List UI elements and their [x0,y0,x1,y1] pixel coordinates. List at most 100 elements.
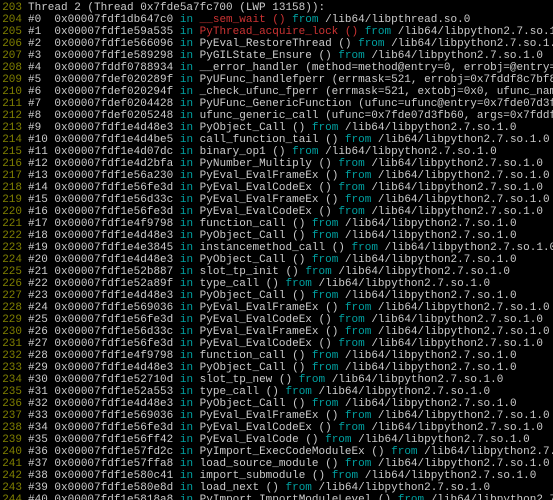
frame-address: 0x00007fdf1e4d48e3 [54,122,173,134]
frame-address: 0x00007fdf1e4d48e3 [54,398,173,410]
stack-source: /lib64/libpython2.7.so.1.0 [345,290,517,302]
in-keyword: in [180,302,193,314]
in-keyword: in [180,230,193,242]
stack-source: /lib64/libpython2.7.so.1.0 [325,146,497,158]
in-keyword: in [180,218,193,230]
line-number: 244 [0,494,26,500]
line-number: 233 [0,362,26,374]
stack-source: /lib64/libpython2.7.so.1.0 [385,242,553,254]
from-keyword: from [338,182,364,194]
line-number: 220 [0,206,26,218]
in-keyword: in [180,182,193,194]
frame-address: 0x00007fdf1e56fe3d [54,206,173,218]
code-line: #28 0x00007fdf1e4f9798 in function_call … [28,350,553,362]
frame-address: 0x00007fdf1e4d48e3 [54,290,173,302]
frame-address: 0x00007fdf1e569036 [54,410,173,422]
frame-address: 0x00007fdf1e4d2bfa [54,158,173,170]
stack-function: PyEval_EvalCode () [200,434,319,446]
in-keyword: in [180,242,193,254]
frame-address: 0x00007fddf0788934 [54,62,173,74]
code-line: #29 0x00007fdf1e4d48e3 in PyObject_Call … [28,362,553,374]
stack-source: /lib64/libpython2.7.so.1.0 [378,326,550,338]
code-line: #9 0x00007fdf1e4d48e3 in PyObject_Call (… [28,122,553,134]
code-line: #8 0x00007fdef0205248 in ufunc_generic_c… [28,110,553,122]
frame-number: #18 [28,230,48,242]
line-number: 213 [0,122,26,134]
from-keyword: from [305,266,331,278]
from-keyword: from [286,278,312,290]
line-number: 212 [0,110,26,122]
code-line: #32 0x00007fdf1e4d48e3 in PyObject_Call … [28,398,553,410]
in-keyword: in [180,422,193,434]
line-number: 208 [0,62,26,74]
line-number: 231 [0,338,26,350]
stack-source: /lib64/libpython2.7.so.1.0 [371,182,543,194]
stack-source: /lib64/libpython2.7.so.1.0 [371,158,543,170]
stack-source: /lib64/libpython2.7.so.1.0 [371,338,543,350]
stack-source: /lib64/libpython2.7.so.1.0 [378,302,550,314]
frame-number: #1 [28,26,41,38]
from-keyword: from [352,242,378,254]
frame-address: 0x00007fdf1e52b887 [54,266,173,278]
in-keyword: in [180,458,193,470]
in-keyword: in [180,482,193,494]
stack-source: /lib64/libpython2.7.so.1.0 [378,170,550,182]
in-keyword: in [180,50,193,62]
code-line: #31 0x00007fdf1e52a553 in type_call () f… [28,386,553,398]
stack-function: binary_op1 () [200,146,286,158]
frame-address: 0x00007fdf1e56ff42 [54,434,173,446]
frame-address: 0x00007fdf1e4d07dc [54,146,173,158]
line-number: 211 [0,98,26,110]
code-line: Thread 2 (Thread 0x7fde5a7fc700 (LWP 131… [28,2,553,14]
in-keyword: in [180,338,193,350]
stack-function: import_submodule () [200,470,325,482]
frame-address: 0x00007fdf1e57ffa8 [54,458,173,470]
from-keyword: from [365,26,391,38]
line-number: 226 [0,278,26,290]
line-number: 210 [0,86,26,98]
in-keyword: in [180,14,193,26]
line-number: 242 [0,470,26,482]
stack-function: slot_tp_init () [200,266,299,278]
frame-address: 0x00007fdf1e4d48e3 [54,254,173,266]
line-number: 240 [0,446,26,458]
code-line: #16 0x00007fdf1e56fe3d in PyEval_EvalCod… [28,206,553,218]
frame-address: 0x00007fdf1e57fd2c [54,446,173,458]
code-line: #34 0x00007fdf1e56fe3d in PyEval_EvalCod… [28,422,553,434]
code-line: #19 0x00007fdf1e4e3845 in instancemethod… [28,242,553,254]
line-number: 209 [0,74,26,86]
stack-function: type_call () [200,386,279,398]
in-keyword: in [180,410,193,422]
from-keyword: from [338,206,364,218]
code-line: #20 0x00007fdf1e4d48e3 in PyObject_Call … [28,254,553,266]
from-keyword: from [345,458,371,470]
from-keyword: from [312,398,338,410]
stack-source: /lib64/libpython2.7.so.1.0 [378,134,550,146]
line-number: 214 [0,134,26,146]
line-number: 222 [0,230,26,242]
frame-address: 0x00007fdf1e56fe3d [54,338,173,350]
in-keyword: in [180,494,193,500]
frame-number: #40 [28,494,48,500]
from-keyword: from [332,470,358,482]
in-keyword: in [180,290,193,302]
frame-address: 0x00007fdf1e56a230 [54,170,173,182]
in-keyword: in [180,446,193,458]
frame-number: #36 [28,446,48,458]
in-keyword: in [180,374,193,386]
in-keyword: in [180,122,193,134]
frame-number: #34 [28,422,48,434]
in-keyword: in [180,134,193,146]
stack-function: PyEval_EvalCodeEx () [200,206,332,218]
from-keyword: from [325,434,351,446]
code-line: #2 0x00007fdf1e566096 in PyEval_RestoreT… [28,38,553,50]
from-keyword: from [345,194,371,206]
stack-source: /lib64/libpthread.so.0 [325,14,470,26]
frame-number: #38 [28,470,48,482]
from-keyword: from [312,290,338,302]
stack-function: PyUFunc_handlefperr (errmask=521, errobj… [200,74,553,86]
from-keyword: from [312,362,338,374]
frame-number: #15 [28,194,48,206]
stack-function: call_function_tail () [200,134,339,146]
from-keyword: from [312,254,338,266]
